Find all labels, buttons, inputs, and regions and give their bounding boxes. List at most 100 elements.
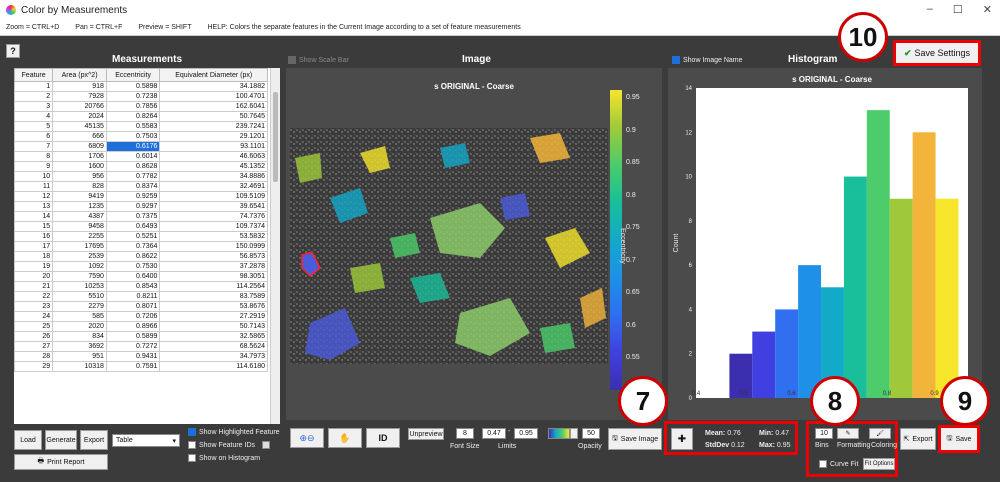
table-row[interactable]: 14 4387 0.7375 74.7376 — [14, 211, 268, 222]
table-cell[interactable]: 2024 — [52, 111, 107, 122]
table-cell[interactable]: 0.8071 — [105, 301, 161, 312]
table-cell[interactable]: 19 — [14, 261, 54, 272]
formatting-button[interactable]: ✎ — [837, 428, 859, 439]
curve-fit-checkbox[interactable]: Curve Fit — [819, 460, 858, 468]
table-cell[interactable]: 150.0999 — [159, 241, 268, 252]
scrollbar-thumb[interactable] — [273, 92, 278, 182]
table-cell[interactable]: 114.2564 — [159, 281, 268, 292]
table-cell[interactable]: 20 — [14, 271, 54, 282]
table-cell[interactable]: 0.9297 — [105, 201, 161, 212]
table-cell[interactable]: 21 — [14, 281, 54, 292]
opacity-input[interactable]: 50 — [582, 428, 600, 439]
bins-input[interactable]: 10 — [815, 428, 833, 439]
table-cell[interactable]: 0.5251 — [105, 231, 161, 242]
table-row[interactable]: 16 2255 0.5251 53.5832 — [14, 231, 268, 242]
table-cell[interactable]: 18 — [14, 251, 54, 262]
table-cell[interactable]: 5510 — [52, 291, 107, 302]
checkbox-disabled[interactable] — [288, 56, 296, 64]
table-cell[interactable]: 22 — [14, 291, 54, 302]
table-cell[interactable]: 0.6400 — [105, 271, 161, 282]
table-cell[interactable]: 2255 — [52, 231, 107, 242]
table-cell[interactable]: 34.1882 — [159, 81, 268, 92]
table-cell[interactable]: 26 — [14, 331, 54, 342]
table-cell[interactable]: 0.7856 — [105, 101, 161, 112]
table-row[interactable]: 10 956 0.7782 34.8886 — [14, 171, 268, 182]
table-cell[interactable]: 114.6180 — [159, 361, 268, 372]
table-row[interactable]: 29 10318 0.7591 114.6180 — [14, 361, 268, 372]
pan-hand-icon[interactable]: ✋ — [328, 428, 362, 448]
limit-min-input[interactable]: 0.47 — [482, 428, 506, 439]
table-cell[interactable]: 0.7375 — [105, 211, 161, 222]
table-cell[interactable]: 0.8622 — [105, 251, 161, 262]
table-cell[interactable]: 45135 — [52, 121, 107, 132]
show-image-name-checkbox[interactable]: Show Image Name — [672, 56, 743, 64]
save-settings-button[interactable]: ✔ Save Settings — [893, 40, 981, 66]
table-cell[interactable]: 83.7589 — [159, 291, 268, 302]
table-row[interactable]: 2 7928 0.7238 100.4701 — [14, 91, 268, 102]
table-cell[interactable]: 0.5898 — [105, 81, 161, 92]
table-cell[interactable]: 1092 — [52, 261, 107, 272]
table-cell[interactable]: 93.1101 — [159, 141, 268, 152]
table-cell[interactable]: 0.6176 — [105, 141, 161, 152]
table-row[interactable]: 18 2539 0.8622 56.8573 — [14, 251, 268, 262]
table-cell[interactable]: 0.8543 — [105, 281, 161, 292]
export-histogram-button[interactable]: ⇱ Export — [900, 428, 936, 450]
table-cell[interactable]: 162.6041 — [159, 101, 268, 112]
table-cell[interactable]: 239.7241 — [159, 121, 268, 132]
table-cell[interactable]: 25 — [14, 321, 54, 332]
table-row[interactable]: 17 17695 0.7364 150.0999 — [14, 241, 268, 252]
show-feature-ids-checkbox[interactable]: Show Feature IDs — [188, 441, 255, 449]
zoom-icon[interactable]: ⊕⊖ — [290, 428, 324, 448]
save-image-button[interactable]: 🖫 Save Image — [608, 428, 662, 450]
column-header[interactable]: Feature — [14, 68, 54, 82]
table-cell[interactable]: 2 — [14, 91, 54, 102]
table-cell[interactable]: 29 — [14, 361, 54, 372]
load-button[interactable]: Load — [14, 430, 42, 450]
font-size-input[interactable]: 8 — [456, 428, 474, 439]
table-cell[interactable]: 2020 — [52, 321, 107, 332]
checkbox-unchecked[interactable] — [188, 441, 196, 449]
table-row[interactable]: 11 828 0.8374 32.4691 — [14, 181, 268, 192]
table-cell[interactable]: 834 — [52, 331, 107, 342]
table-row[interactable]: 19 1092 0.7530 37.2878 — [14, 261, 268, 272]
table-cell[interactable]: 6809 — [52, 141, 107, 152]
colormap-dropdown-icon[interactable] — [570, 428, 578, 439]
table-cell[interactable]: 11 — [14, 181, 54, 192]
table-scrollbar[interactable] — [270, 68, 280, 424]
table-cell[interactable]: 12 — [14, 191, 54, 202]
table-cell[interactable]: 10 — [14, 171, 54, 182]
table-cell[interactable]: 16 — [14, 231, 54, 242]
colormap-swatch-icon[interactable] — [548, 428, 570, 439]
help-button[interactable]: ? — [6, 44, 20, 58]
table-cell[interactable]: 109.7374 — [159, 221, 268, 232]
table-cell[interactable]: 34.7973 — [159, 351, 268, 362]
table-cell[interactable]: 0.7503 — [105, 131, 161, 142]
table-cell[interactable]: 5 — [14, 121, 54, 132]
table-cell[interactable]: 34.8886 — [159, 171, 268, 182]
unpreview-button[interactable]: Unpreview — [408, 428, 444, 440]
table-cell[interactable]: 32.4691 — [159, 181, 268, 192]
table-row[interactable]: 12 9419 0.9259 109.5109 — [14, 191, 268, 202]
table-row[interactable]: 1 918 0.5898 34.1882 — [14, 81, 268, 92]
table-cell[interactable]: 8 — [14, 151, 54, 162]
id-button[interactable]: ID — [366, 428, 400, 448]
table-cell[interactable]: 0.8211 — [105, 291, 161, 302]
table-cell[interactable]: 0.8264 — [105, 111, 161, 122]
fit-options-button[interactable]: Fit Options — [863, 458, 895, 470]
table-row[interactable]: 13 1235 0.9297 39.6541 — [14, 201, 268, 212]
table-cell[interactable]: 15 — [14, 221, 54, 232]
table-row[interactable]: 25 2020 0.8966 50.7143 — [14, 321, 268, 332]
table-cell[interactable]: 0.8966 — [105, 321, 161, 332]
table-cell[interactable]: 2539 — [52, 251, 107, 262]
table-cell[interactable]: 56.8573 — [159, 251, 268, 262]
table-cell[interactable]: 7590 — [52, 271, 107, 282]
table-cell[interactable]: 0.7238 — [105, 91, 161, 102]
table-cell[interactable]: 9458 — [52, 221, 107, 232]
table-cell[interactable]: 0.5899 — [105, 331, 161, 342]
table-cell[interactable]: 9419 — [52, 191, 107, 202]
table-cell[interactable]: 13 — [14, 201, 54, 212]
table-cell[interactable]: 45.1352 — [159, 161, 268, 172]
table-cell[interactable]: 828 — [52, 181, 107, 192]
table-cell[interactable]: 7 — [14, 141, 54, 152]
table-cell[interactable]: 68.5624 — [159, 341, 268, 352]
